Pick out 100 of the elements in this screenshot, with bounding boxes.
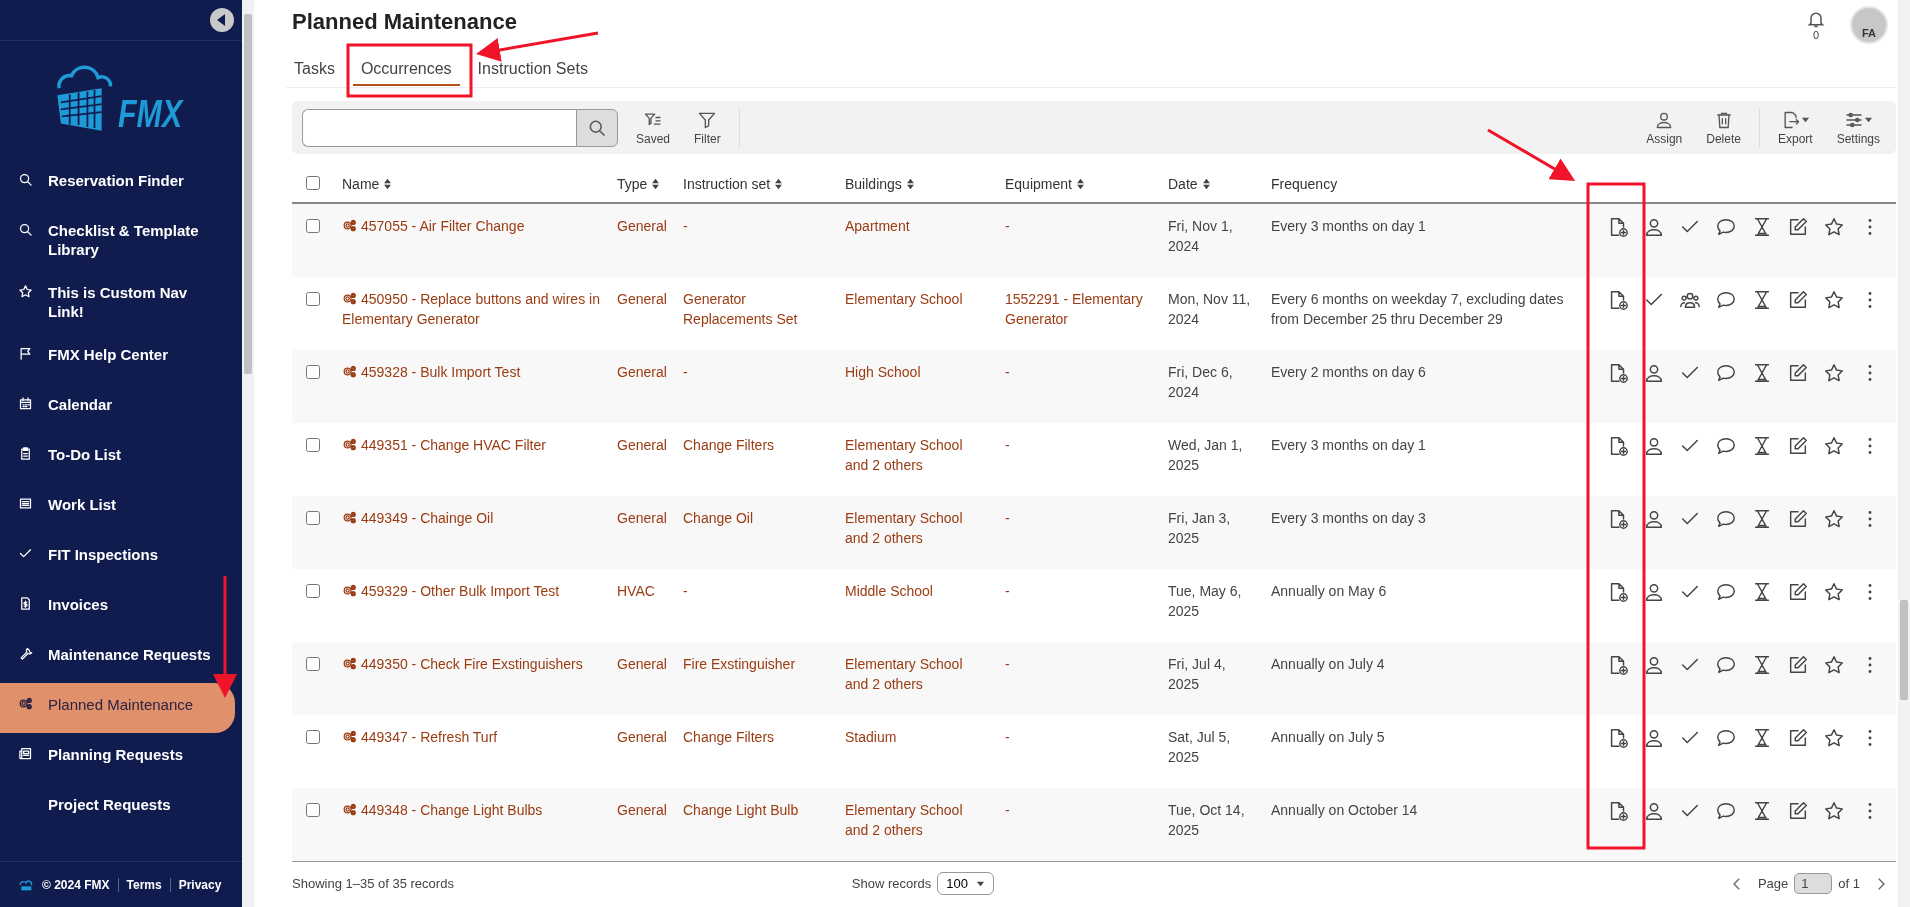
person-icon[interactable] <box>1643 362 1665 385</box>
nav-item[interactable]: Reservation Finder <box>0 159 235 209</box>
toolbar-button[interactable]: Filter <box>688 107 727 148</box>
row-checkbox[interactable] <box>306 803 320 818</box>
table-cell[interactable]: Change Filters <box>683 435 829 456</box>
nav-item[interactable]: FIT Inspections <box>0 533 235 583</box>
table-cell[interactable]: Elementary School and 2 others <box>845 508 989 549</box>
table-cell[interactable]: 1552291 - Elementary Generator <box>1005 289 1152 330</box>
column-header[interactable]: Buildings <box>845 176 915 193</box>
table-cell[interactable]: Change Light Bulb <box>683 800 829 821</box>
nav-item[interactable]: This is Custom Nav Link! <box>0 271 235 333</box>
table-cell[interactable]: Fire Exstinguisher <box>683 654 829 675</box>
table-cell[interactable]: - <box>1005 727 1152 748</box>
toolbar-button[interactable]: Saved <box>630 107 677 148</box>
nav-item[interactable]: FMX Help Center <box>0 333 235 383</box>
table-cell[interactable]: Elementary School and 2 others <box>845 435 989 476</box>
sort-icon[interactable] <box>1075 178 1085 191</box>
row-checkbox[interactable] <box>306 365 320 380</box>
table-cell[interactable]: Generator Replacements Set <box>683 289 829 330</box>
person-icon[interactable] <box>1643 800 1665 823</box>
nav-item[interactable]: To-Do List <box>0 433 235 483</box>
table-cell[interactable]: - <box>1005 362 1152 383</box>
toolbar-button[interactable]: Export <box>1771 107 1819 148</box>
table-cell[interactable]: General <box>617 435 667 456</box>
person-icon[interactable] <box>1643 508 1665 531</box>
sort-icon[interactable] <box>383 178 393 191</box>
nav-item[interactable]: Planned Maintenance <box>0 683 235 733</box>
sort-icon[interactable] <box>905 178 915 191</box>
task-link[interactable]: 449347 - Refresh Turf <box>342 727 601 748</box>
table-cell[interactable]: Elementary School and 2 others <box>845 654 989 695</box>
person-icon[interactable] <box>1643 581 1665 604</box>
column-header[interactable]: Instruction set <box>683 176 784 193</box>
table-cell[interactable]: - <box>1005 435 1152 456</box>
person-icon[interactable] <box>1643 435 1665 458</box>
task-link[interactable]: 449351 - Change HVAC Filter <box>342 435 601 456</box>
row-checkbox[interactable] <box>306 657 320 672</box>
table-cell[interactable]: General <box>617 216 667 237</box>
table-cell[interactable]: General <box>617 508 667 529</box>
person-icon[interactable] <box>1643 216 1665 239</box>
table-cell[interactable]: Apartment <box>845 216 989 237</box>
table-cell[interactable]: General <box>617 727 667 748</box>
nav-item[interactable]: Project Requests <box>0 783 235 833</box>
sort-icon[interactable] <box>1201 178 1211 191</box>
collapse-button[interactable] <box>210 8 234 32</box>
task-link[interactable]: 459329 - Other Bulk Import Test <box>342 581 601 602</box>
row-checkbox[interactable] <box>306 511 320 526</box>
toolbar-button[interactable]: Settings <box>1830 107 1886 148</box>
table-cell[interactable]: Elementary School and 2 others <box>845 800 989 841</box>
task-link[interactable]: 449348 - Change Light Bulbs <box>342 800 601 821</box>
table-cell[interactable]: Change Filters <box>683 727 829 748</box>
table-cell[interactable]: General <box>617 654 667 675</box>
table-cell[interactable]: General <box>617 362 667 383</box>
sort-icon[interactable] <box>651 178 661 191</box>
column-header[interactable]: Frequency <box>1271 176 1338 193</box>
table-cell[interactable]: - <box>1005 216 1152 237</box>
column-header[interactable]: Equipment <box>1005 176 1085 193</box>
table-cell[interactable]: High School <box>845 362 989 383</box>
nav-item[interactable]: Maintenance Requests <box>0 633 235 683</box>
table-cell[interactable]: - <box>1005 654 1152 675</box>
task-link[interactable]: 450950 - Replace buttons and wires in Elementary Generator <box>342 289 601 330</box>
column-header[interactable]: Name <box>342 176 393 193</box>
task-link[interactable]: 449349 - Chainge Oil <box>342 508 601 529</box>
page-size-select[interactable]: 100 <box>937 872 994 896</box>
row-checkbox[interactable] <box>306 584 320 599</box>
person-icon[interactable] <box>1643 654 1665 677</box>
table-cell[interactable]: Middle School <box>845 581 989 602</box>
task-link[interactable]: 459328 - Bulk Import Test <box>342 362 601 383</box>
column-header[interactable]: Date <box>1168 176 1211 193</box>
nav-item[interactable]: Planning Requests <box>0 733 235 783</box>
person-icon[interactable] <box>1643 727 1665 750</box>
column-header[interactable]: Type <box>617 176 661 193</box>
task-link[interactable]: 457055 - Air Filter Change <box>342 216 601 237</box>
table-cell[interactable]: - <box>683 362 829 383</box>
task-link[interactable]: 449350 - Check Fire Exstinguishers <box>342 654 601 675</box>
nav-item[interactable]: Calendar <box>0 383 235 433</box>
table-cell[interactable]: - <box>1005 581 1152 602</box>
toolbar-button[interactable]: Assign <box>1640 107 1689 148</box>
table-cell[interactable]: General <box>617 289 667 310</box>
table-cell[interactable]: Stadium <box>845 727 989 748</box>
search-button[interactable] <box>576 108 618 147</box>
tab[interactable]: Occurrences <box>352 56 460 86</box>
page-input[interactable]: 1 <box>1794 873 1833 895</box>
footer-link[interactable]: Privacy <box>169 877 222 892</box>
row-checkbox[interactable] <box>306 438 320 453</box>
table-cell[interactable]: General <box>617 800 667 821</box>
row-checkbox[interactable] <box>306 219 320 234</box>
search-field[interactable] <box>302 108 576 147</box>
row-checkbox[interactable] <box>306 730 320 745</box>
toolbar-button[interactable]: Delete <box>1700 107 1747 148</box>
nav-item[interactable]: Invoices <box>0 583 235 633</box>
table-cell[interactable]: Change Oil <box>683 508 829 529</box>
table-cell[interactable]: - <box>1005 800 1152 821</box>
nav-item[interactable]: Checklist & Template Library <box>0 209 235 271</box>
avatar[interactable]: FA <box>1850 6 1888 44</box>
select-all-checkbox[interactable] <box>306 175 320 190</box>
table-cell[interactable]: - <box>683 581 829 602</box>
tab[interactable]: Instruction Sets <box>469 56 596 84</box>
row-checkbox[interactable] <box>306 292 320 307</box>
table-cell[interactable]: HVAC <box>617 581 667 602</box>
tab[interactable]: Tasks <box>286 56 343 84</box>
